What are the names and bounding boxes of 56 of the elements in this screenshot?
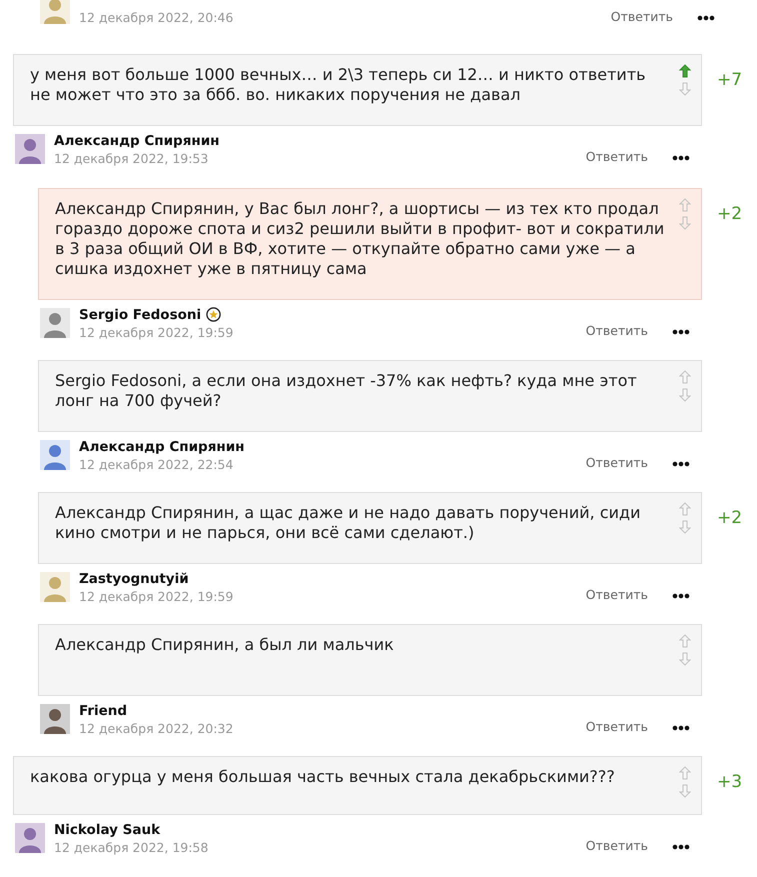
comment-date: 12 декабря 2022, 22:54	[79, 456, 234, 472]
avatar[interactable]	[15, 134, 45, 164]
author-name[interactable]: Nickolay Sauk	[54, 822, 160, 838]
more-icon[interactable]	[672, 844, 690, 850]
reply-link[interactable]: Ответить	[586, 454, 648, 470]
avatar[interactable]	[40, 308, 70, 338]
comment-text: Александр Спирянин, у Вас был лонг?, а шортисы — из тех кто продал гораздо дороже спота и сиз2 решили выйти в профит- вот и сократили в 3 раза общий ОИ в ВФ, хотите — откупайте обратно сами уже — а сишка издохнет уже в пятницу сама	[55, 198, 666, 280]
downvote-icon[interactable]	[679, 652, 691, 666]
downvote-icon[interactable]	[679, 520, 691, 534]
comment-text: Александр Спирянин, а был ли мальчик	[55, 634, 394, 656]
vote-score: +2	[716, 203, 744, 224]
upvote-icon[interactable]	[679, 634, 691, 648]
more-icon[interactable]	[672, 724, 690, 730]
avatar[interactable]	[40, 572, 70, 602]
comment-date: 12 декабря 2022, 19:59	[79, 324, 234, 340]
downvote-icon[interactable]	[679, 82, 691, 96]
upvote-icon[interactable]	[679, 766, 691, 780]
comment-text: Александр Спирянин, а щас даже и не надо давать поручений, сиди кино смотри и не парься, они всё сами сделают.)	[55, 502, 642, 544]
comment-date: 12 декабря 2022, 20:32	[79, 720, 234, 736]
author-name[interactable]: Александр Спирянин	[79, 438, 245, 454]
vote-score: +7	[716, 69, 744, 90]
comment-date: 12 декабря 2022, 19:53	[54, 150, 210, 166]
avatar[interactable]	[40, 440, 70, 470]
downvote-icon[interactable]	[679, 216, 691, 230]
upvote-icon[interactable]	[679, 370, 691, 384]
reply-link[interactable]: Ответить	[586, 718, 648, 734]
more-icon[interactable]	[672, 328, 690, 334]
avatar[interactable]	[15, 823, 45, 853]
comment-text: Sergio Fedosoni, а если она издохнет -37% как нефть? куда мне этот лонг на 700 фучей?	[55, 370, 638, 412]
reply-link[interactable]: Ответить	[586, 838, 648, 852]
author-name[interactable]: Sergio Fedosoni	[79, 306, 202, 322]
upvote-icon[interactable]	[679, 64, 691, 78]
upvote-icon[interactable]	[679, 198, 691, 212]
downvote-icon[interactable]	[679, 388, 691, 402]
comment-date: 12 декабря 2022, 19:58	[54, 840, 210, 854]
reply-link[interactable]: Ответить	[586, 322, 648, 338]
avatar[interactable]	[40, 0, 70, 24]
author-name[interactable]: Александр Спирянин	[54, 132, 220, 148]
reply-link[interactable]: Ответить	[586, 586, 648, 602]
author-name[interactable]: Zastyognutyiй	[79, 570, 189, 586]
comment-text: у меня вот больше 1000 вечных… и 2\3 теперь си 12… и никто ответить не может что это за ббб. во. никаких поручения не давал	[30, 64, 647, 106]
avatar[interactable]	[40, 704, 70, 734]
reply-link[interactable]: Ответить	[586, 148, 648, 164]
comment-text: какова огурца у меня большая часть вечных стала декабрьскими???	[30, 766, 615, 788]
vote-score: +2	[716, 507, 744, 528]
comment-date: 12 декабря 2022, 20:46	[79, 10, 234, 24]
downvote-icon[interactable]	[679, 784, 691, 798]
vote-score: +3	[716, 771, 744, 792]
comment-date: 12 декабря 2022, 19:59	[79, 588, 234, 604]
more-icon[interactable]	[672, 592, 690, 598]
more-icon[interactable]	[672, 460, 690, 466]
reply-link[interactable]: Ответить	[610, 8, 673, 24]
author-name[interactable]: Friend	[79, 702, 128, 718]
upvote-icon[interactable]	[679, 502, 691, 516]
more-icon[interactable]	[697, 14, 715, 20]
more-icon[interactable]	[672, 154, 690, 160]
